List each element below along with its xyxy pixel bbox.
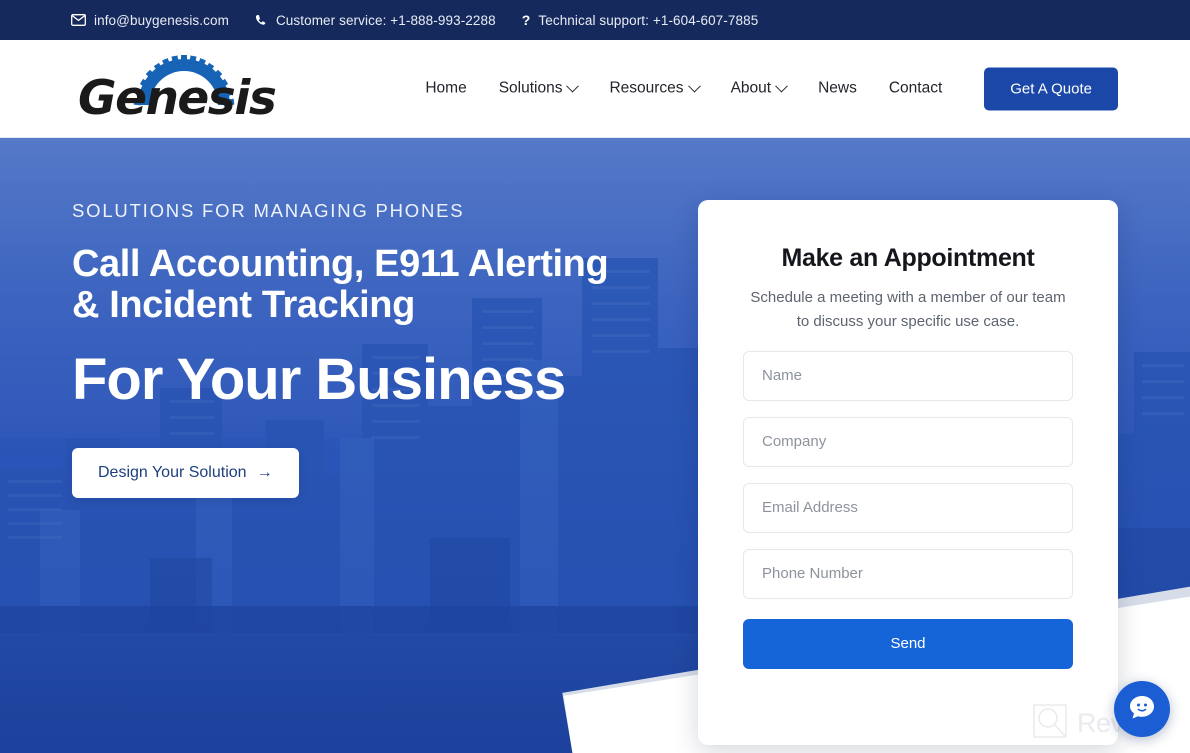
chat-widget-button[interactable] bbox=[1114, 681, 1170, 737]
cta-label: Design Your Solution bbox=[98, 463, 247, 481]
hero-copy: SOLUTIONS FOR MANAGING PHONES Call Accou… bbox=[72, 200, 672, 498]
nav-item-home[interactable]: Home bbox=[409, 72, 482, 106]
logo[interactable]: Genesis bbox=[78, 53, 277, 125]
form-title: Make an Appointment bbox=[781, 244, 1035, 272]
topbar-technical-support[interactable]: ? Technical support: +1-604-607-7885 bbox=[522, 13, 759, 28]
phone-input[interactable]: Phone Number bbox=[743, 548, 1073, 599]
phone-input-placeholder: Phone Number bbox=[762, 565, 863, 583]
appointment-form-card: Make an Appointment Schedule a meeting w… bbox=[698, 200, 1118, 745]
site-header: Genesis Home Solutions Resources About N… bbox=[0, 40, 1190, 138]
page-root: info@buygenesis.com Customer service: +1… bbox=[0, 0, 1190, 753]
topbar-email[interactable]: info@buygenesis.com bbox=[71, 13, 229, 28]
chat-bubble-icon bbox=[1127, 692, 1157, 727]
top-utility-bar: info@buygenesis.com Customer service: +1… bbox=[0, 0, 1190, 40]
topbar-customer-service-text: Customer service: +1-888-993-2288 bbox=[275, 12, 496, 28]
nav-item-resources[interactable]: Resources bbox=[593, 72, 714, 106]
company-input[interactable]: Company bbox=[743, 416, 1073, 467]
company-input-placeholder: Company bbox=[762, 433, 827, 451]
nav-item-news-label: News bbox=[818, 79, 857, 97]
nav-item-solutions[interactable]: Solutions bbox=[483, 72, 594, 106]
nav-item-resources-label: Resources bbox=[609, 79, 684, 97]
chevron-down-icon bbox=[775, 79, 788, 93]
chevron-down-icon bbox=[687, 79, 701, 93]
hero-section: SOLUTIONS FOR MANAGING PHONES Call Accou… bbox=[0, 138, 1190, 753]
arrow-right-icon: → bbox=[256, 463, 273, 481]
send-button[interactable]: Send bbox=[743, 618, 1073, 669]
get-a-quote-button[interactable]: Get A Quote bbox=[984, 67, 1118, 110]
envelope-icon bbox=[71, 14, 86, 26]
name-input[interactable]: Name bbox=[743, 350, 1073, 401]
name-input-placeholder: Name bbox=[762, 367, 803, 385]
hero-headline-big: For Your Business bbox=[72, 347, 566, 413]
question-mark-icon: ? bbox=[521, 12, 531, 28]
email-input[interactable]: Email Address bbox=[743, 482, 1073, 533]
topbar-customer-service[interactable]: Customer service: +1-888-993-2288 bbox=[255, 13, 496, 28]
topbar-technical-support-text: Technical support: +1-604-607-7885 bbox=[538, 12, 759, 28]
hero-eyebrow: SOLUTIONS FOR MANAGING PHONES bbox=[72, 200, 465, 221]
nav-item-contact-label: Contact bbox=[888, 79, 943, 97]
email-input-placeholder: Email Address bbox=[762, 499, 858, 517]
logo-text: Genesis bbox=[78, 70, 277, 126]
form-subtitle: Schedule a meeting with a member of our … bbox=[750, 289, 1066, 331]
hero-headline-line2: & Incident Tracking bbox=[72, 284, 415, 327]
design-your-solution-button[interactable]: Design Your Solution → bbox=[72, 447, 299, 498]
main-navigation: Home Solutions Resources About News Cont… bbox=[409, 67, 1118, 110]
nav-item-about-label: About bbox=[730, 79, 772, 97]
nav-item-news[interactable]: News bbox=[802, 72, 873, 106]
nav-item-about[interactable]: About bbox=[715, 72, 803, 106]
nav-item-solutions-label: Solutions bbox=[498, 79, 563, 97]
nav-item-contact[interactable]: Contact bbox=[873, 72, 958, 106]
chevron-down-icon bbox=[566, 79, 580, 93]
topbar-email-text: info@buygenesis.com bbox=[94, 12, 229, 28]
hero-headline-line1: Call Accounting, E911 Alerting bbox=[72, 243, 609, 285]
phone-icon bbox=[255, 14, 268, 27]
nav-item-home-label: Home bbox=[425, 79, 467, 97]
